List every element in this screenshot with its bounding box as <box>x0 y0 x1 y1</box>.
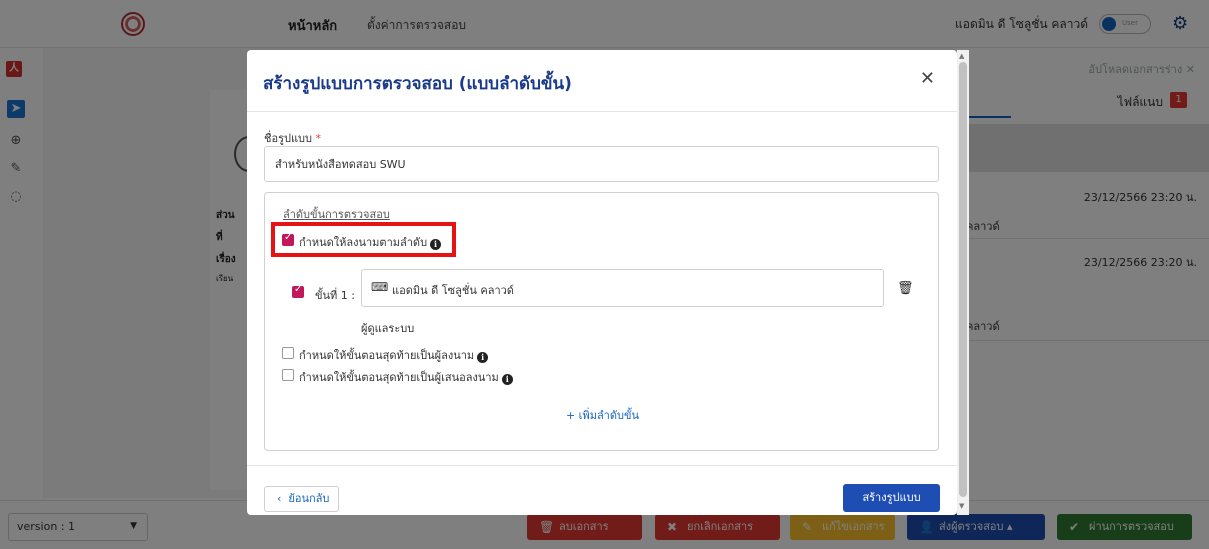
last-step-signer-label: กำหนดให้ขั้นตอนสุดท้ายเป็นผู้ลงนาม i <box>299 346 489 364</box>
trash-icon[interactable]: 🗑 <box>897 281 914 296</box>
create-review-template-dialog: สร้างรูปแบบการตรวจสอบ (แบบลำดับขั้น) ✕ ช… <box>247 50 957 515</box>
step-1-label: ขั้นที่ 1 : <box>315 289 355 302</box>
step-1-assignee: แอดมิน ดี โซลูชั่น คลาวด์ <box>392 284 514 297</box>
create-template-button[interactable]: สร้างรูปแบบ <box>843 484 940 512</box>
dialog-footer: ‹ ย้อนกลับ สร้างรูปแบบ <box>247 465 957 515</box>
info-icon[interactable]: i <box>477 352 489 363</box>
dialog-title: สร้างรูปแบบการตรวจสอบ (แบบลำดับขั้น) <box>263 74 572 94</box>
template-name-input[interactable] <box>264 146 939 182</box>
sequence-title: ลำดับขั้นการตรวจสอบ <box>283 208 390 221</box>
step-1-checkbox[interactable] <box>292 284 304 298</box>
back-button[interactable]: ‹ ย้อนกลับ <box>264 486 339 512</box>
admin-role-label: ผู้ดูแลระบบ <box>361 322 415 335</box>
scroll-down-icon[interactable]: ▼ <box>959 502 964 510</box>
last-step-proposer-checkbox[interactable] <box>282 369 294 381</box>
sequence-box: ลำดับขั้นการตรวจสอบ กำหนดให้ลงนามตามลำดั… <box>264 192 939 451</box>
keyboard-icon: ⌨ <box>371 280 389 294</box>
sign-in-order-label: กำหนดให้ลงนามตามลำดับ i <box>299 233 442 251</box>
last-step-signer-checkbox[interactable] <box>282 347 294 359</box>
dialog-scrollbar[interactable]: ▲ ▼ <box>957 50 969 515</box>
close-icon[interactable]: ✕ <box>920 68 935 89</box>
last-step-proposer-label: กำหนดให้ขั้นตอนสุดท้ายเป็นผู้เสนอลงนาม i <box>299 368 513 386</box>
template-name-label: ชื่อรูปแบบ * <box>264 132 322 145</box>
step-1-assignee-field[interactable]: ⌨ แอดมิน ดี โซลูชั่น คลาวด์ <box>361 269 884 307</box>
sign-in-order-checkbox[interactable] <box>282 232 294 246</box>
info-icon[interactable]: i <box>430 239 442 250</box>
add-step-link[interactable]: + เพิ่มลำดับขั้น <box>265 406 940 424</box>
scroll-up-icon[interactable]: ▲ <box>959 52 964 60</box>
dialog-header: สร้างรูปแบบการตรวจสอบ (แบบลำดับขั้น) ✕ <box>247 50 957 112</box>
scroll-thumb[interactable] <box>959 62 967 497</box>
info-icon[interactable]: i <box>501 374 513 385</box>
